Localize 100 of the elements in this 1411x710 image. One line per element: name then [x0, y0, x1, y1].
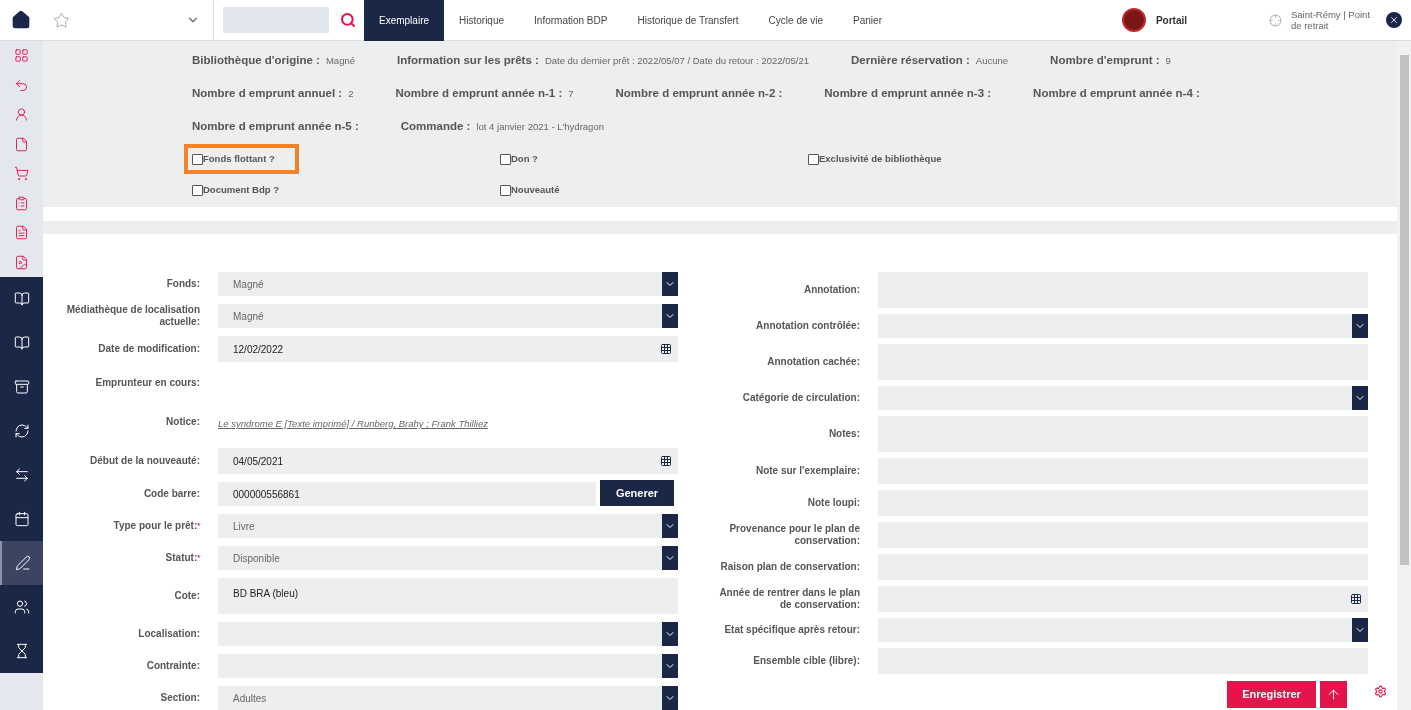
select-field[interactable]: Magné	[218, 272, 678, 296]
info-label: Nombre d emprunt année n-1 :	[395, 86, 563, 101]
hourglass-nav[interactable]	[0, 629, 43, 673]
tab[interactable]: Information BDP	[519, 0, 623, 41]
tab[interactable]: Panier	[838, 0, 897, 41]
select-field[interactable]: Livre	[218, 514, 678, 538]
calendar-icon	[660, 455, 672, 467]
dropdown-button[interactable]	[662, 654, 678, 678]
checkbox-option[interactable]: Document Bdp ?	[192, 183, 279, 198]
field-label: Année de rentrer dans le plan de conservation:	[719, 587, 860, 610]
checkbox-option[interactable]: Exclusivité de bibliothèque	[808, 152, 942, 167]
star-icon[interactable]	[53, 11, 70, 29]
checklist-icon	[14, 195, 29, 211]
home-icon[interactable]	[11, 10, 31, 30]
calendar-icon	[1350, 593, 1362, 605]
dropdown-button[interactable]	[1352, 314, 1368, 338]
field-label: Note sur l'exemplaire:	[755, 465, 860, 476]
location-label: Saint-Rémy | Point de retrait	[1291, 9, 1372, 31]
text-area[interactable]: BD BRA (bleu)	[218, 578, 678, 614]
search-icon[interactable]	[340, 12, 356, 28]
info-value: lot 4 janvier 2021 - L'hydragon	[476, 120, 604, 134]
user-icon	[14, 107, 29, 123]
generate-button[interactable]: Generer	[600, 480, 674, 506]
dropdown-button[interactable]	[662, 546, 678, 570]
select-field[interactable]	[878, 314, 1368, 338]
info-value: 9	[1165, 54, 1171, 68]
info-label: Nombre d emprunt année n-2 :	[615, 86, 783, 101]
input-field[interactable]: 000000556861	[218, 482, 596, 506]
tab[interactable]: Exemplaire	[364, 0, 445, 41]
checkbox-option[interactable]: Fonds flottant ?	[192, 152, 291, 167]
date-field[interactable]: 04/05/2021	[218, 448, 678, 474]
select-field[interactable]: Magné	[218, 304, 678, 328]
checkbox-option[interactable]: Don ?	[500, 152, 538, 167]
info-value: 7	[568, 87, 574, 101]
close-icon	[1389, 15, 1399, 25]
select-field[interactable]	[878, 618, 1368, 642]
dropdown-button[interactable]	[662, 514, 678, 538]
field-label: Fonds:	[166, 278, 200, 289]
select-field[interactable]: Adultes	[218, 686, 678, 710]
pen-nav[interactable]	[0, 541, 43, 585]
info-value: Date du dernier prêt : 2022/05/07 / Date du retour : 2022/05/21	[544, 54, 809, 68]
info-label: Nombre d emprunt année n-4 :	[1033, 86, 1200, 101]
grid-icon	[14, 48, 29, 64]
checkbox[interactable]	[500, 153, 511, 165]
swap-arrows-icon	[13, 467, 30, 483]
close-button[interactable]	[1386, 12, 1402, 28]
book-nav[interactable]	[0, 277, 43, 321]
pen-icon	[14, 555, 31, 571]
field-label: Code barre:	[143, 488, 200, 499]
undo-icon	[14, 77, 29, 93]
checkbox[interactable]	[808, 153, 819, 165]
dropdown-button[interactable]	[1352, 386, 1368, 410]
scroll-top-button[interactable]	[1320, 681, 1347, 708]
dropdown-button[interactable]	[662, 686, 678, 710]
save-button[interactable]: Enregistrer	[1227, 681, 1316, 708]
field-label: Date de modification:	[98, 343, 200, 354]
select-field[interactable]	[218, 622, 678, 646]
info-label: Information sur les prêts :	[397, 53, 539, 68]
date-field[interactable]: 12/02/2022	[218, 336, 678, 362]
field-label: Ensemble cible (libre):	[753, 655, 860, 666]
select-field[interactable]	[218, 654, 678, 678]
tray-icon	[13, 379, 30, 395]
field-label: Provenance pour le plan de conservation:	[729, 523, 860, 546]
select-field[interactable]	[878, 386, 1368, 410]
field-label: Catégorie de circulation:	[742, 392, 860, 403]
tab[interactable]: Cycle de vie	[753, 0, 839, 41]
calendar-icon	[660, 343, 672, 355]
portal-avatar[interactable]	[1121, 8, 1146, 32]
field-label: Etat spécifique après retour:	[724, 624, 860, 635]
field-label: Annotation:	[803, 284, 860, 295]
select-field[interactable]: Disponible	[218, 546, 678, 570]
checkbox[interactable]	[500, 184, 511, 196]
field-label: Contrainte:	[146, 660, 200, 671]
dropdown-button[interactable]	[662, 304, 678, 328]
info-value: 2	[348, 87, 354, 101]
settings-icon[interactable]	[1374, 685, 1387, 698]
dropdown-button[interactable]	[662, 622, 678, 646]
notice-link[interactable]: Le syndrome E [Texte imprimé] / Runberg, Brahy ; Frank Thilliez	[218, 418, 488, 429]
tab[interactable]: Historique	[444, 0, 520, 41]
field-label: Notes:	[828, 428, 860, 439]
portal-link[interactable]: Portail	[1155, 12, 1187, 28]
calendar-nav[interactable]	[0, 497, 43, 541]
field-label: Notice:	[166, 416, 200, 427]
tab[interactable]: Historique de Transfert	[622, 0, 754, 41]
field-label: Annotation cachée:	[767, 356, 860, 367]
dropdown-button[interactable]	[1352, 618, 1368, 642]
file-icon	[14, 136, 29, 152]
info-label: Dernière réservation :	[850, 53, 970, 68]
calendar-icon	[13, 511, 30, 527]
info-label: Nombre d'emprunt :	[1050, 53, 1160, 68]
checkbox-option[interactable]: Nouveauté	[500, 183, 560, 198]
image-file-icon	[14, 254, 29, 270]
users-nav[interactable]	[0, 585, 43, 629]
dropdown-button[interactable]	[662, 272, 678, 296]
checkbox[interactable]	[192, 184, 203, 196]
search-field[interactable]	[223, 7, 329, 33]
date-field[interactable]	[878, 586, 1368, 612]
field-label: Localisation:	[138, 628, 200, 639]
checkbox[interactable]	[192, 153, 203, 165]
info-label: Nombre d emprunt année n-5 :	[192, 119, 359, 134]
